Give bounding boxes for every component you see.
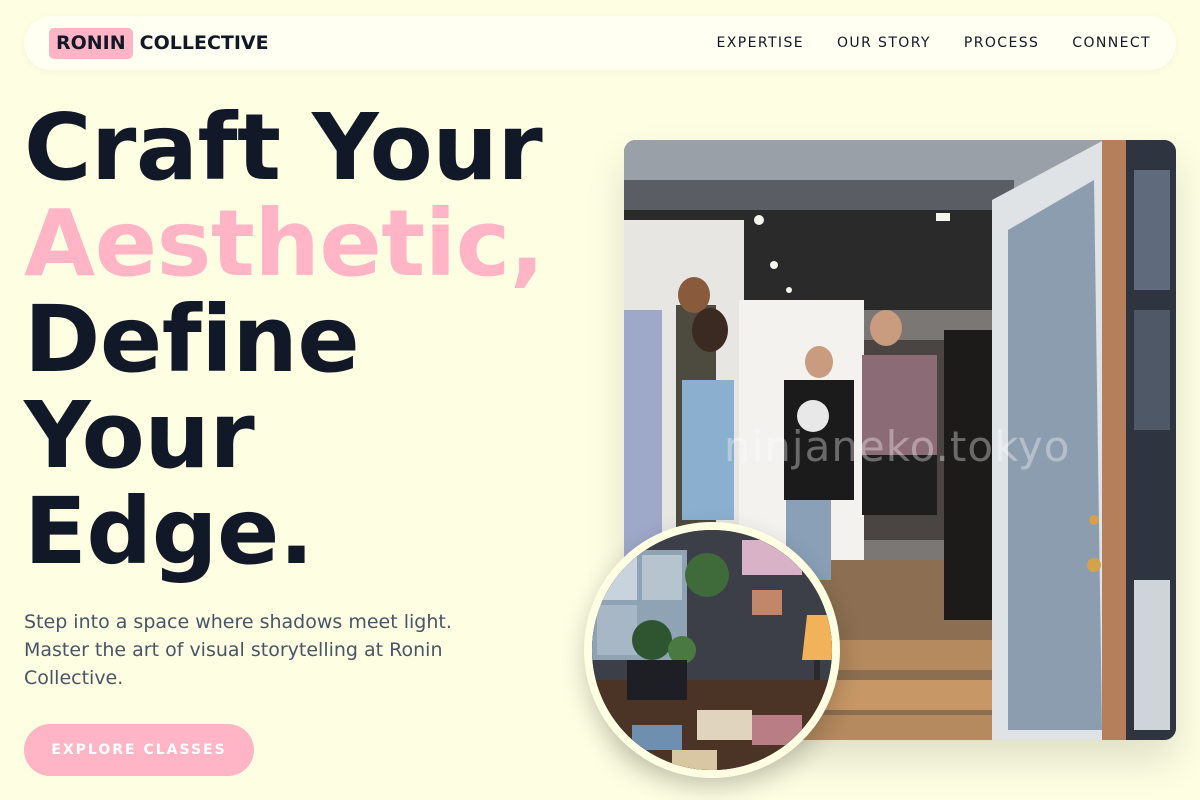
landing-page: RONIN COLLECTIVE EXPERTISE OUR STORY PRO…	[0, 0, 1200, 800]
explore-classes-button[interactable]: EXPLORE CLASSES	[24, 724, 254, 776]
headline-line-3: Define	[24, 286, 360, 393]
logo-mark: RONIN	[49, 27, 133, 59]
studio-photo-art	[592, 530, 832, 770]
logo[interactable]: RONIN COLLECTIVE	[49, 27, 269, 59]
nav-link-our-story[interactable]: OUR STORY	[837, 35, 931, 51]
headline-line-4: Your	[24, 382, 255, 489]
nav-link-connect[interactable]: CONNECT	[1072, 35, 1151, 51]
nav-link-process[interactable]: PROCESS	[964, 35, 1039, 51]
nav-links: EXPERTISE OUR STORY PROCESS CONNECT	[717, 35, 1151, 51]
logo-wordmark: COLLECTIVE	[139, 32, 269, 54]
top-nav: RONIN COLLECTIVE EXPERTISE OUR STORY PRO…	[24, 16, 1176, 70]
headline-line-1: Craft Your	[24, 94, 543, 201]
hero-subtext: Step into a space where shadows meet lig…	[24, 611, 452, 689]
studio-desk-photo	[584, 522, 840, 778]
hero-headline: Craft Your Aesthetic, Define Your Edge.	[24, 100, 624, 580]
photo-watermark: ninjaneko.tokyo	[724, 422, 1071, 471]
headline-line-2-accent: Aesthetic,	[24, 190, 545, 297]
nav-link-expertise[interactable]: EXPERTISE	[717, 35, 804, 51]
headline-line-5: Edge.	[24, 478, 314, 585]
